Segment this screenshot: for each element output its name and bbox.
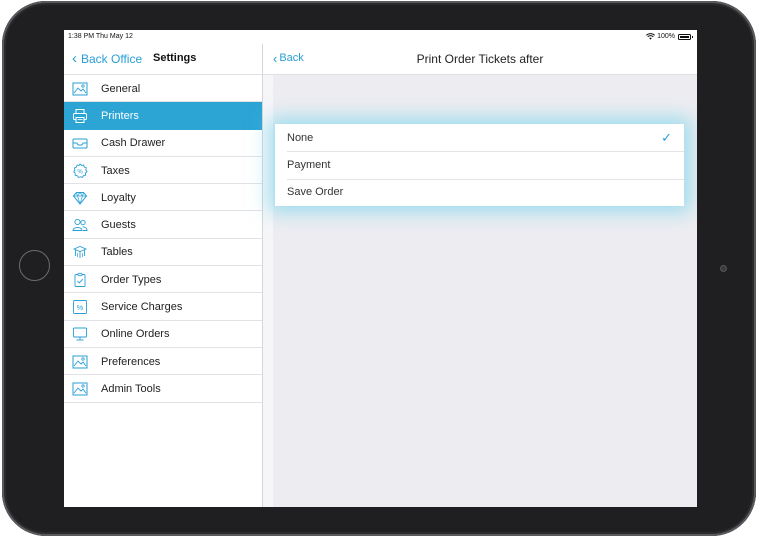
printer-icon xyxy=(72,108,88,124)
detail-nav-bar: ‹ Back Print Order Tickets after xyxy=(263,44,697,75)
sidebar-item-order-types[interactable]: Order Types xyxy=(64,266,262,294)
sidebar-item-label: Printers xyxy=(101,109,139,122)
sidebar-item-taxes[interactable]: % Taxes xyxy=(64,157,262,185)
svg-text:%: % xyxy=(77,169,83,175)
sidebar-item-label: Taxes xyxy=(101,164,130,177)
sidebar-item-label: Guests xyxy=(101,219,136,232)
sidebar-item-admin-tools[interactable]: Admin Tools xyxy=(64,375,262,403)
general-icon xyxy=(72,81,88,97)
status-right: 100% xyxy=(646,33,693,40)
sidebar-item-loyalty[interactable]: Loyalty xyxy=(64,184,262,212)
sidebar-item-preferences[interactable]: Preferences xyxy=(64,348,262,376)
detail-title: Print Order Tickets after xyxy=(416,52,544,66)
option-label: Payment xyxy=(287,158,331,171)
checkmark-icon: ✓ xyxy=(661,130,672,145)
chevron-left-icon: ‹ xyxy=(72,50,77,67)
svg-text:%: % xyxy=(77,303,84,312)
sidebar-item-label: Order Types xyxy=(101,273,162,286)
status-time: 1:38 PM Thu May 12 xyxy=(68,33,133,40)
sidebar-item-label: Online Orders xyxy=(101,328,170,341)
sidebar-item-printers[interactable]: Printers xyxy=(64,102,262,130)
guests-icon xyxy=(72,217,88,233)
detail-pane: ‹ Back Print Order Tickets after None ✓ … xyxy=(263,44,697,507)
home-button[interactable] xyxy=(19,250,50,281)
sidebar-item-label: Service Charges xyxy=(101,301,183,314)
settings-menu: General Printers Cash Drawer % Taxes Loy… xyxy=(64,75,262,403)
option-save-order[interactable]: Save Order xyxy=(275,178,684,206)
wifi-icon xyxy=(646,33,656,40)
option-label: Save Order xyxy=(287,186,344,199)
tax-icon: % xyxy=(72,162,88,179)
sidebar-item-cash-drawer[interactable]: Cash Drawer xyxy=(64,130,262,158)
option-label: None xyxy=(287,131,314,144)
sidebar-item-tables[interactable]: Tables xyxy=(64,239,262,267)
option-none[interactable]: None ✓ xyxy=(275,124,684,151)
preferences-icon xyxy=(72,354,88,370)
ipad-frame: 1:38 PM Thu May 12 100% ‹ Back Office Se… xyxy=(2,1,756,536)
sidebar-item-label: Admin Tools xyxy=(101,382,161,395)
status-bar: 1:38 PM Thu May 12 100% xyxy=(64,30,697,44)
percent-icon: % xyxy=(72,299,88,315)
screen: 1:38 PM Thu May 12 100% ‹ Back Office Se… xyxy=(64,30,697,507)
sidebar-item-service-charges[interactable]: % Service Charges xyxy=(64,293,262,321)
sidebar-item-label: Loyalty xyxy=(101,191,136,204)
diamond-icon xyxy=(72,190,88,206)
battery-icon xyxy=(678,33,693,40)
option-payment[interactable]: Payment xyxy=(275,151,684,178)
back-office-button[interactable]: ‹ Back Office xyxy=(72,50,143,67)
sidebar-item-online-orders[interactable]: Online Orders xyxy=(64,321,262,349)
back-office-label: Back Office xyxy=(81,52,143,66)
battery-percent: 100% xyxy=(657,33,675,40)
sidebar-item-label: Cash Drawer xyxy=(101,137,166,150)
sidebar-nav-bar: ‹ Back Office Settings xyxy=(64,44,262,75)
monitor-icon xyxy=(72,326,88,342)
detail-edge xyxy=(263,75,273,507)
clipboard-icon xyxy=(72,272,88,288)
sidebar-item-label: General xyxy=(101,82,141,95)
settings-sidebar: ‹ Back Office Settings General Printers xyxy=(64,44,263,507)
print-after-options: None ✓ Payment Save Order xyxy=(275,124,684,206)
sidebar-title: Settings xyxy=(153,52,197,64)
sidebar-item-general[interactable]: General xyxy=(64,75,262,103)
cash-drawer-icon xyxy=(72,135,88,151)
sidebar-item-guests[interactable]: Guests xyxy=(64,211,262,240)
camera-dot xyxy=(720,265,727,272)
sidebar-item-label: Tables xyxy=(101,246,133,259)
table-icon xyxy=(72,244,88,260)
admin-tools-icon xyxy=(72,381,88,397)
sidebar-item-label: Preferences xyxy=(101,355,161,368)
